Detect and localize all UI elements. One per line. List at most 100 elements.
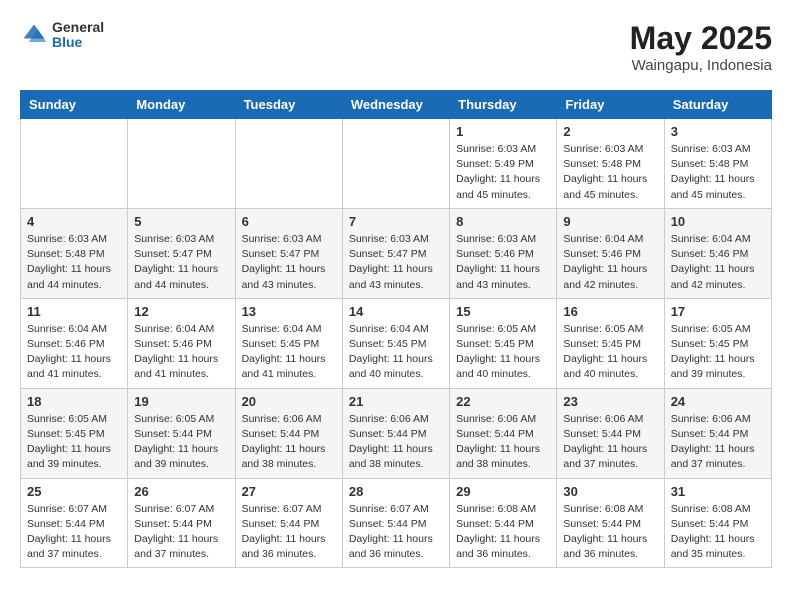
calendar-cell: 29Sunrise: 6:08 AMSunset: 5:44 PMDayligh… — [450, 478, 557, 568]
logo: General Blue — [20, 20, 104, 51]
calendar-week-row: 25Sunrise: 6:07 AMSunset: 5:44 PMDayligh… — [21, 478, 772, 568]
calendar-week-row: 18 Sunrise: 6:05 AMSunset: 5:45 PMDayligh… — [21, 388, 772, 478]
calendar-cell: 24 Sunrise: 6:06 AMSunset: 5:44 PMDayligh… — [664, 388, 771, 478]
day-number: 19 — [134, 394, 228, 409]
col-header-sunday: Sunday — [21, 91, 128, 119]
day-info: Sunrise: 6:03 AMSunset: 5:48 PMDaylight:… — [671, 142, 765, 203]
calendar-cell — [128, 119, 235, 209]
day-number: 31 — [671, 484, 765, 499]
calendar-cell: 1 Sunrise: 6:03 AMSunset: 5:49 PMDaylight… — [450, 119, 557, 209]
calendar-cell: 16Sunrise: 6:05 AMSunset: 5:45 PMDayligh… — [557, 298, 664, 388]
calendar-cell: 27 Sunrise: 6:07 AMSunset: 5:44 PMDayligh… — [235, 478, 342, 568]
day-info: Sunrise: 6:04 AMSunset: 5:45 PMDaylight:… — [242, 322, 336, 383]
day-number: 2 — [563, 124, 657, 139]
calendar-cell — [21, 119, 128, 209]
day-number: 30 — [563, 484, 657, 499]
calendar-cell: 30 Sunrise: 6:08 AMSunset: 5:44 PMDayligh… — [557, 478, 664, 568]
calendar-cell: 17 Sunrise: 6:05 AMSunset: 5:45 PMDayligh… — [664, 298, 771, 388]
col-header-wednesday: Wednesday — [342, 91, 449, 119]
day-info: Sunrise: 6:06 AMSunset: 5:44 PMDaylight:… — [563, 412, 657, 473]
day-info: Sunrise: 6:05 AMSunset: 5:44 PMDaylight:… — [134, 412, 228, 473]
day-info: Sunrise: 6:05 AMSunset: 5:45 PMDaylight:… — [27, 412, 121, 473]
day-number: 12 — [134, 304, 228, 319]
day-info: Sunrise: 6:04 AMSunset: 5:46 PMDaylight:… — [134, 322, 228, 383]
calendar-cell: 19 Sunrise: 6:05 AMSunset: 5:44 PMDayligh… — [128, 388, 235, 478]
day-info: Sunrise: 6:04 AMSunset: 5:46 PMDaylight:… — [563, 232, 657, 293]
calendar-cell — [235, 119, 342, 209]
calendar-cell: 5 Sunrise: 6:03 AMSunset: 5:47 PMDaylight… — [128, 208, 235, 298]
calendar-cell: 12 Sunrise: 6:04 AMSunset: 5:46 PMDayligh… — [128, 298, 235, 388]
day-info: Sunrise: 6:07 AMSunset: 5:44 PMDaylight:… — [27, 502, 121, 563]
day-info: Sunrise: 6:04 AMSunset: 5:46 PMDaylight:… — [27, 322, 121, 383]
day-info: Sunrise: 6:03 AMSunset: 5:49 PMDaylight:… — [456, 142, 550, 203]
calendar-table: SundayMondayTuesdayWednesdayThursdayFrid… — [20, 90, 772, 568]
day-number: 11 — [27, 304, 121, 319]
day-number: 26 — [134, 484, 228, 499]
day-info: Sunrise: 6:03 AMSunset: 5:48 PMDaylight:… — [27, 232, 121, 293]
day-number: 5 — [134, 214, 228, 229]
calendar-cell: 9Sunrise: 6:04 AMSunset: 5:46 PMDaylight… — [557, 208, 664, 298]
calendar-cell: 14 Sunrise: 6:04 AMSunset: 5:45 PMDayligh… — [342, 298, 449, 388]
day-number: 1 — [456, 124, 550, 139]
calendar-cell: 11 Sunrise: 6:04 AMSunset: 5:46 PMDayligh… — [21, 298, 128, 388]
day-number: 16 — [563, 304, 657, 319]
calendar-week-row: 4 Sunrise: 6:03 AMSunset: 5:48 PMDaylight… — [21, 208, 772, 298]
page-title: May 2025 — [630, 20, 772, 57]
day-info: Sunrise: 6:03 AMSunset: 5:46 PMDaylight:… — [456, 232, 550, 293]
calendar-cell — [342, 119, 449, 209]
day-number: 29 — [456, 484, 550, 499]
page-header: General Blue May 2025 Waingapu, Indonesi… — [20, 20, 772, 74]
calendar-week-row: 1 Sunrise: 6:03 AMSunset: 5:49 PMDaylight… — [21, 119, 772, 209]
day-info: Sunrise: 6:03 AMSunset: 5:48 PMDaylight:… — [563, 142, 657, 203]
calendar-cell: 23 Sunrise: 6:06 AMSunset: 5:44 PMDayligh… — [557, 388, 664, 478]
col-header-friday: Friday — [557, 91, 664, 119]
day-info: Sunrise: 6:08 AMSunset: 5:44 PMDaylight:… — [671, 502, 765, 563]
calendar-cell: 7Sunrise: 6:03 AMSunset: 5:47 PMDaylight… — [342, 208, 449, 298]
day-number: 21 — [349, 394, 443, 409]
calendar-cell: 2 Sunrise: 6:03 AMSunset: 5:48 PMDaylight… — [557, 119, 664, 209]
calendar-cell: 3 Sunrise: 6:03 AMSunset: 5:48 PMDaylight… — [664, 119, 771, 209]
logo-general-text: General — [52, 20, 104, 35]
day-info: Sunrise: 6:07 AMSunset: 5:44 PMDaylight:… — [134, 502, 228, 563]
day-number: 15 — [456, 304, 550, 319]
day-info: Sunrise: 6:08 AMSunset: 5:44 PMDaylight:… — [563, 502, 657, 563]
day-info: Sunrise: 6:04 AMSunset: 5:46 PMDaylight:… — [671, 232, 765, 293]
calendar-week-row: 11 Sunrise: 6:04 AMSunset: 5:46 PMDayligh… — [21, 298, 772, 388]
day-number: 28 — [349, 484, 443, 499]
day-info: Sunrise: 6:05 AMSunset: 5:45 PMDaylight:… — [671, 322, 765, 383]
calendar-header-row: SundayMondayTuesdayWednesdayThursdayFrid… — [21, 91, 772, 119]
day-number: 10 — [671, 214, 765, 229]
day-info: Sunrise: 6:04 AMSunset: 5:45 PMDaylight:… — [349, 322, 443, 383]
day-info: Sunrise: 6:06 AMSunset: 5:44 PMDaylight:… — [456, 412, 550, 473]
day-info: Sunrise: 6:06 AMSunset: 5:44 PMDaylight:… — [242, 412, 336, 473]
day-number: 7 — [349, 214, 443, 229]
day-number: 17 — [671, 304, 765, 319]
day-info: Sunrise: 6:03 AMSunset: 5:47 PMDaylight:… — [134, 232, 228, 293]
day-info: Sunrise: 6:05 AMSunset: 5:45 PMDaylight:… — [456, 322, 550, 383]
day-info: Sunrise: 6:06 AMSunset: 5:44 PMDaylight:… — [671, 412, 765, 473]
calendar-cell: 6Sunrise: 6:03 AMSunset: 5:47 PMDaylight… — [235, 208, 342, 298]
day-number: 6 — [242, 214, 336, 229]
calendar-cell: 25Sunrise: 6:07 AMSunset: 5:44 PMDayligh… — [21, 478, 128, 568]
page-subtitle: Waingapu, Indonesia — [630, 57, 772, 74]
calendar-cell: 18 Sunrise: 6:05 AMSunset: 5:45 PMDayligh… — [21, 388, 128, 478]
col-header-tuesday: Tuesday — [235, 91, 342, 119]
day-info: Sunrise: 6:07 AMSunset: 5:44 PMDaylight:… — [242, 502, 336, 563]
day-number: 23 — [563, 394, 657, 409]
day-number: 18 — [27, 394, 121, 409]
day-info: Sunrise: 6:06 AMSunset: 5:44 PMDaylight:… — [349, 412, 443, 473]
title-block: May 2025 Waingapu, Indonesia — [630, 20, 772, 74]
logo-blue-text: Blue — [52, 35, 104, 50]
day-number: 24 — [671, 394, 765, 409]
col-header-saturday: Saturday — [664, 91, 771, 119]
day-number: 14 — [349, 304, 443, 319]
calendar-cell: 28Sunrise: 6:07 AMSunset: 5:44 PMDayligh… — [342, 478, 449, 568]
day-number: 4 — [27, 214, 121, 229]
calendar-cell: 15 Sunrise: 6:05 AMSunset: 5:45 PMDayligh… — [450, 298, 557, 388]
calendar-cell: 26 Sunrise: 6:07 AMSunset: 5:44 PMDayligh… — [128, 478, 235, 568]
day-number: 3 — [671, 124, 765, 139]
day-number: 27 — [242, 484, 336, 499]
col-header-monday: Monday — [128, 91, 235, 119]
calendar-cell: 31 Sunrise: 6:08 AMSunset: 5:44 PMDayligh… — [664, 478, 771, 568]
calendar-cell: 21 Sunrise: 6:06 AMSunset: 5:44 PMDayligh… — [342, 388, 449, 478]
